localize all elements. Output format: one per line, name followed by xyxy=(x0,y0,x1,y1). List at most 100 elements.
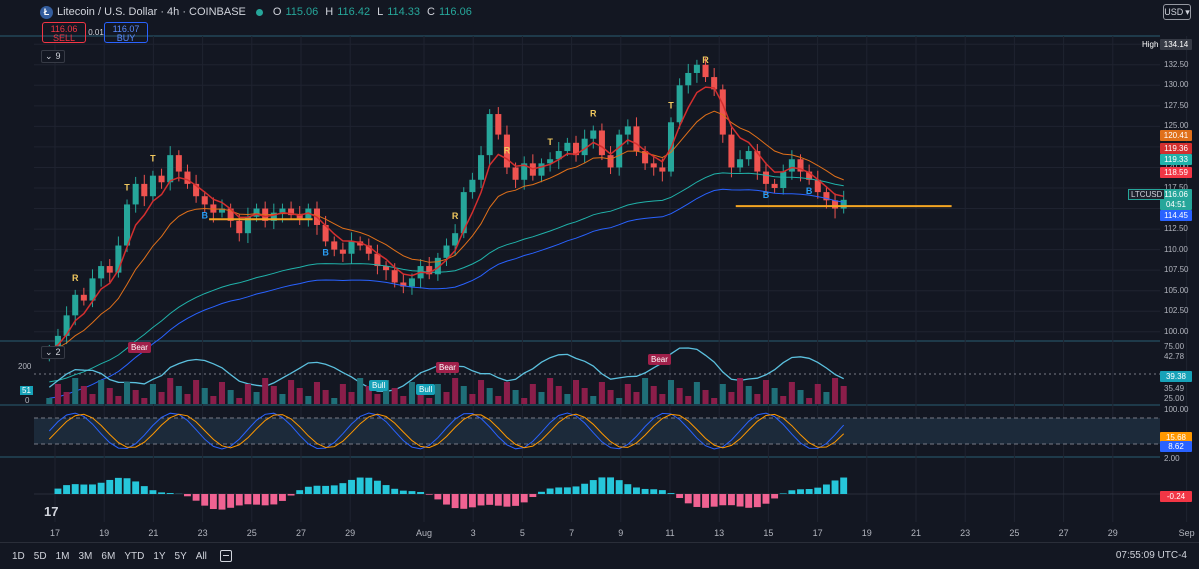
macd-histogram-bar xyxy=(89,484,96,494)
candle xyxy=(72,294,79,316)
range-5d-button[interactable]: 5D xyxy=(34,551,47,562)
volume-bar xyxy=(270,386,277,404)
macd-histogram-bar xyxy=(693,494,701,507)
price-tag: 119.36 xyxy=(1160,143,1192,154)
macd-histogram-bar xyxy=(80,484,88,494)
macd-histogram-bar xyxy=(503,494,511,507)
stoch-tick-label: 2.00 xyxy=(1164,454,1180,463)
time-tick-label: 3 xyxy=(470,528,476,538)
stoch-tick-label: 100.00 xyxy=(1164,405,1189,414)
time-tick-label: Sep xyxy=(1178,528,1195,538)
rsi-tick-label: 75.00 xyxy=(1164,342,1185,351)
rsi-tick-label: 42.78 xyxy=(1164,352,1185,361)
indicators-toggle-button[interactable]: ⌄ 9 xyxy=(41,50,65,63)
price-chart[interactable]: R T T B B R R T R T R B B xyxy=(0,0,1199,569)
chevron-down-icon: ▾ xyxy=(1185,6,1190,17)
macd-histogram-bar xyxy=(727,494,735,506)
range-ytd-button[interactable]: YTD xyxy=(124,551,144,562)
macd-histogram-bar xyxy=(486,494,494,505)
volume-bar xyxy=(616,398,623,404)
macd-histogram-bar xyxy=(840,477,848,494)
range-all-button[interactable]: All xyxy=(196,551,207,562)
macd-histogram-bar xyxy=(313,485,321,494)
price-tick-label: 127.50 xyxy=(1164,100,1189,110)
volume-bar xyxy=(642,378,649,404)
tradingview-logo-icon[interactable]: 17 xyxy=(44,504,58,519)
volume-bar xyxy=(305,396,312,404)
price-tag: 04:51 xyxy=(1160,199,1192,210)
macd-histogram-bar xyxy=(494,494,502,506)
rsi-tick-label: 25.00 xyxy=(1164,394,1185,403)
symbol-legend[interactable]: Ł Litecoin / U.S. Dollar · 4h · COINBASE… xyxy=(40,5,475,19)
macd-histogram-bar xyxy=(296,490,304,494)
range-5y-button[interactable]: 5Y xyxy=(175,551,187,562)
rsi-indicator-count: 2 xyxy=(55,347,61,357)
candle xyxy=(780,171,787,188)
volume-bar xyxy=(443,392,450,404)
range-3m-button[interactable]: 3M xyxy=(79,551,93,562)
goto-date-icon[interactable] xyxy=(219,550,232,562)
macd-histogram-bar xyxy=(373,480,381,494)
buy-button[interactable]: 116.07 BUY xyxy=(104,22,148,43)
range-1y-button[interactable]: 1Y xyxy=(153,551,165,562)
macd-histogram-bar xyxy=(658,490,666,494)
time-tick-label: 25 xyxy=(1009,528,1020,538)
macd-histogram-bar xyxy=(538,491,545,494)
candle xyxy=(158,175,165,183)
volume-bar xyxy=(538,392,545,404)
macd-histogram-bar xyxy=(304,486,312,494)
volume-bar xyxy=(46,398,53,404)
candle xyxy=(106,266,113,273)
macd-histogram-bar xyxy=(607,477,615,494)
macd-histogram-bar xyxy=(572,486,580,494)
candle xyxy=(408,278,415,287)
bear-badge: Bear xyxy=(436,362,459,373)
macd-histogram-bar xyxy=(192,494,200,501)
macd-histogram-bar xyxy=(745,494,753,508)
macd-histogram-bar xyxy=(676,494,684,499)
volume-bar xyxy=(693,382,700,404)
candle xyxy=(754,151,761,172)
price-tick-label: 130.00 xyxy=(1164,80,1189,90)
time-tick-label: 19 xyxy=(99,528,110,538)
volume-bar xyxy=(521,398,528,404)
time-tick-label: 17 xyxy=(49,528,61,538)
signal-label: R xyxy=(452,211,459,221)
volume-bar xyxy=(244,384,251,404)
macd-histogram-bar xyxy=(244,494,252,505)
macd-histogram-bar xyxy=(63,485,71,494)
candle xyxy=(391,270,398,283)
clock[interactable]: 07:55:09 UTC-4 xyxy=(1116,550,1187,561)
macd-histogram-bar xyxy=(581,483,589,494)
signal-label: R xyxy=(72,273,79,283)
candle xyxy=(132,183,139,205)
volume-bar xyxy=(236,398,243,404)
candle xyxy=(564,142,571,152)
volume-bar xyxy=(572,380,580,404)
market-status-dot-icon xyxy=(255,8,263,16)
candle xyxy=(719,89,726,135)
candle xyxy=(149,175,156,197)
range-6m-button[interactable]: 6M xyxy=(101,551,115,562)
price-tick-label: 107.50 xyxy=(1164,265,1189,275)
symbol-tag: LTCUSD xyxy=(1128,189,1166,200)
volume-bar xyxy=(685,396,692,404)
volume-bar xyxy=(633,392,640,404)
candle xyxy=(478,155,485,180)
sell-button[interactable]: 116.06 SELL xyxy=(42,22,86,43)
open-label: O xyxy=(272,6,282,18)
rsi-toggle-button[interactable]: ⌄ 2 xyxy=(41,346,65,359)
candle xyxy=(331,241,338,250)
range-1d-button[interactable]: 1D xyxy=(12,551,25,562)
symbol-title[interactable]: Litecoin / U.S. Dollar · 4h · COINBASE xyxy=(57,6,246,18)
range-1m-button[interactable]: 1M xyxy=(56,551,70,562)
macd-histogram-bar xyxy=(209,494,217,510)
macd-histogram-bar xyxy=(822,484,830,494)
macd-histogram-bar xyxy=(132,481,140,494)
price-tick-label: 102.50 xyxy=(1164,306,1189,316)
signal-label: B xyxy=(806,186,813,196)
currency-select[interactable]: USD ▾ xyxy=(1163,4,1191,20)
macd-histogram-bar xyxy=(736,494,744,507)
volume-bar xyxy=(581,388,588,404)
volume-bar xyxy=(495,396,502,404)
